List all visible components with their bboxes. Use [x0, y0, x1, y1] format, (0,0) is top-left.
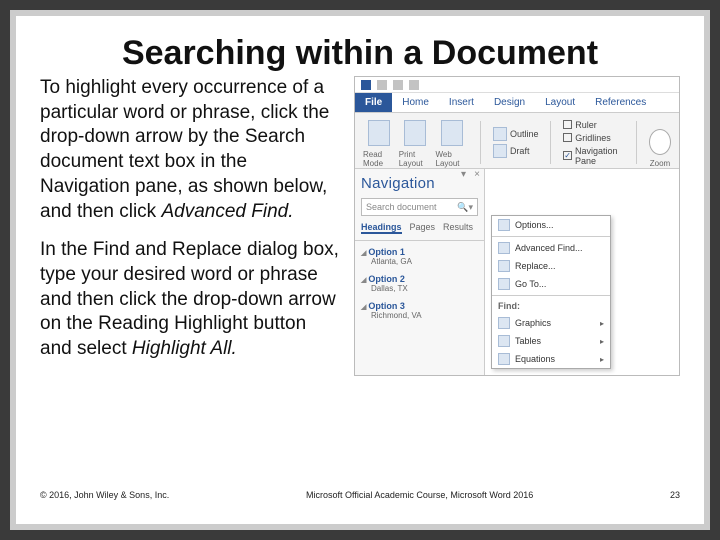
search-dropdown-menu: Options... Advanced Find... Replace... G… [491, 215, 611, 369]
footer: © 2016, John Wiley & Sons, Inc. Microsof… [40, 490, 680, 500]
list-item[interactable]: ◢Option 3 Richmond, VA [361, 301, 478, 320]
goto-icon [498, 278, 510, 290]
draft-icon[interactable] [493, 144, 507, 158]
list-item[interactable]: ◢Option 1 Atlanta, GA [361, 247, 478, 266]
menu-equations[interactable]: Equations▸ [492, 350, 610, 368]
tables-icon [498, 335, 510, 347]
navpane-close-icon[interactable]: × [474, 169, 480, 180]
slide: Searching within a Document To highlight… [10, 10, 710, 530]
tab-home[interactable]: Home [392, 93, 439, 112]
list-item[interactable]: ◢Option 2 Dallas, TX [361, 274, 478, 293]
tab-headings[interactable]: Headings [361, 222, 402, 234]
search-input[interactable]: Search document 🔍▾ [361, 198, 478, 216]
tab-file[interactable]: File [355, 93, 392, 112]
word-logo-icon [361, 80, 371, 90]
menu-tables[interactable]: Tables▸ [492, 332, 610, 350]
find-icon [498, 242, 510, 254]
copyright: © 2016, John Wiley & Sons, Inc. [40, 490, 169, 500]
find-header: Find: [492, 298, 610, 314]
navpane-checkbox[interactable] [563, 151, 572, 160]
navigation-pane: ▾ × Navigation Search document 🔍▾ Headin… [355, 169, 485, 375]
search-dropdown-icon[interactable]: 🔍▾ [457, 202, 473, 213]
quick-access-toolbar [355, 77, 679, 93]
paragraph-1: To highlight every occurrence of a parti… [40, 76, 340, 224]
outline-icon[interactable] [493, 127, 507, 141]
word-screenshot: File Home Insert Design Layout Reference… [354, 76, 680, 376]
ribbon-tabs: File Home Insert Design Layout Reference… [355, 93, 679, 113]
chevron-right-icon: ▸ [600, 319, 604, 328]
zoom-group: Zoom [645, 117, 675, 168]
tab-insert[interactable]: Insert [439, 93, 484, 112]
paragraph-2: In the Find and Replace dialog box, type… [40, 238, 340, 361]
graphics-icon [498, 317, 510, 329]
tab-references[interactable]: References [585, 93, 656, 112]
redo-icon[interactable] [409, 80, 419, 90]
equations-icon [498, 353, 510, 365]
menu-advanced-find[interactable]: Advanced Find... [492, 239, 610, 257]
options-icon [498, 219, 510, 231]
web-layout-icon[interactable] [441, 120, 463, 146]
chevron-right-icon: ▸ [600, 337, 604, 346]
menu-goto[interactable]: Go To... [492, 275, 610, 293]
menu-options[interactable]: Options... [492, 216, 610, 234]
views-group: Read Mode Print Layout Web Layout [359, 117, 472, 168]
print-layout-icon[interactable] [404, 120, 426, 146]
read-mode-icon[interactable] [368, 120, 390, 146]
tab-results[interactable]: Results [443, 222, 473, 234]
zoom-icon[interactable] [649, 129, 671, 155]
content-row: To highlight every occurrence of a parti… [40, 76, 680, 376]
outline-draft-group: Outline Draft [489, 117, 543, 168]
undo-icon[interactable] [393, 80, 403, 90]
headings-list: ◢Option 1 Atlanta, GA ◢Option 2 Dallas, … [361, 247, 478, 320]
ribbon: Read Mode Print Layout Web Layout [355, 113, 679, 169]
document-area: Options... Advanced Find... Replace... G… [485, 169, 679, 375]
chevron-right-icon: ▸ [600, 355, 604, 364]
tab-layout[interactable]: Layout [535, 93, 585, 112]
navpane-tabs: Headings Pages Results [361, 222, 478, 234]
tab-pages[interactable]: Pages [410, 222, 436, 234]
replace-icon [498, 260, 510, 272]
gridlines-checkbox[interactable] [563, 133, 572, 142]
save-icon[interactable] [377, 80, 387, 90]
course-title: Microsoft Official Academic Course, Micr… [306, 490, 533, 500]
page-number: 23 [670, 490, 680, 500]
text-column: To highlight every occurrence of a parti… [40, 76, 340, 376]
show-group: Ruler Gridlines Navigation Pane [559, 117, 628, 168]
ruler-checkbox[interactable] [563, 120, 572, 129]
menu-replace[interactable]: Replace... [492, 257, 610, 275]
tab-design[interactable]: Design [484, 93, 535, 112]
slide-title: Searching within a Document [40, 34, 680, 72]
menu-graphics[interactable]: Graphics▸ [492, 314, 610, 332]
navpane-pin-icon[interactable]: ▾ [461, 169, 466, 180]
